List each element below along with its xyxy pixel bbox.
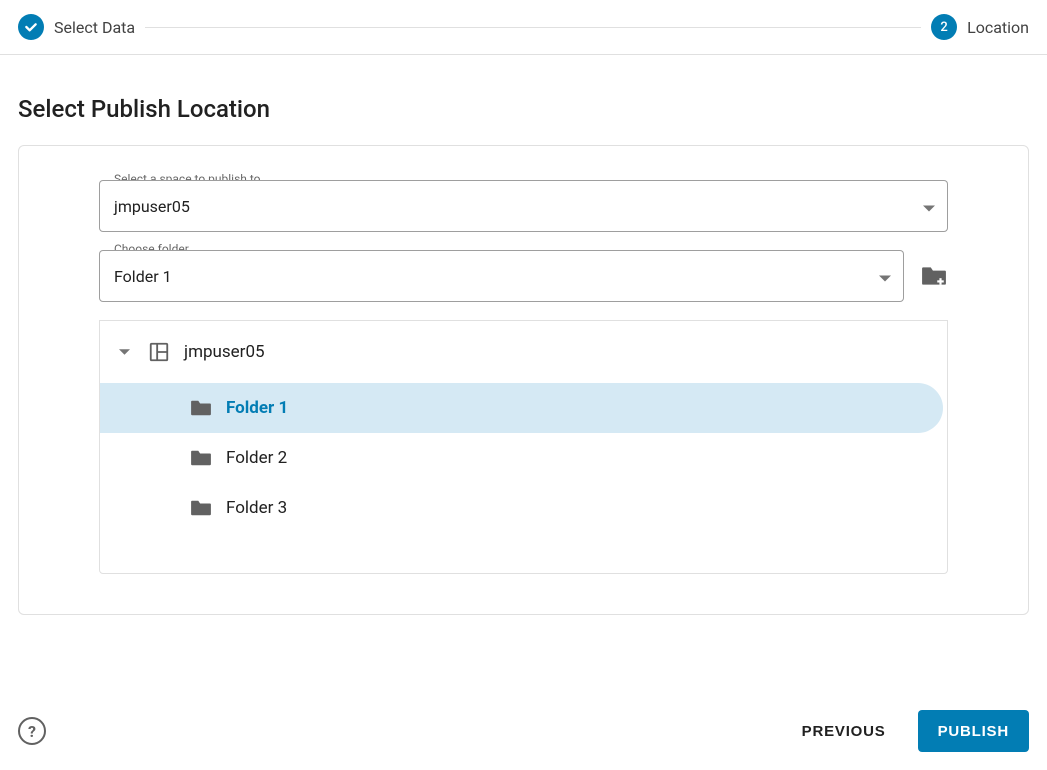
caret-down-icon [923,197,935,216]
tree-item-folder-3[interactable]: Folder 3 [100,483,947,533]
publish-button[interactable]: Publish [918,710,1029,752]
folder-tree: jmpuser05 Folder 1 Folder 2 Folder 3 [99,320,948,574]
page-content: Select Publish Location Select a space t… [0,55,1047,615]
step-2-number: 2 [940,20,947,35]
previous-button[interactable]: Previous [782,710,906,752]
folder-select-row: Choose folder... Folder 1 [99,250,948,302]
footer: ? Previous Publish [18,710,1029,752]
tree-root[interactable]: jmpuser05 [100,321,947,383]
space-select-value: jmpuser05 [114,197,190,216]
step-location[interactable]: 2 Location [931,14,1029,40]
step-select-data[interactable]: Select Data [18,14,135,40]
tree-root-label: jmpuser05 [184,342,265,362]
stepper: Select Data 2 Location [0,0,1047,55]
space-select[interactable]: jmpuser05 [99,180,948,232]
new-folder-icon [921,265,947,287]
tree-item-label: Folder 3 [226,498,287,518]
folder-select-wrap: Choose folder... Folder 1 [99,250,904,302]
page-title: Select Publish Location [18,95,1029,123]
step-1-label: Select Data [54,18,135,37]
chevron-down-icon [114,349,134,355]
tree-item-folder-1[interactable]: Folder 1 [100,383,943,433]
step-2-label: Location [967,18,1029,37]
caret-down-icon [879,267,891,286]
check-icon [23,19,39,35]
space-icon [148,341,170,363]
tree-item-folder-2[interactable]: Folder 2 [100,433,947,483]
folder-icon [190,499,212,517]
step-1-circle [18,14,44,40]
folder-icon [190,449,212,467]
space-select-wrap: Select a space to publish to jmpuser05 [99,180,948,232]
tree-item-label: Folder 2 [226,448,287,468]
folder-select-value: Folder 1 [114,267,172,286]
folder-icon [190,399,212,417]
help-button[interactable]: ? [18,717,46,745]
step-connector [145,27,921,28]
new-folder-button[interactable] [920,262,948,290]
folder-select[interactable]: Folder 1 [99,250,904,302]
step-2-circle: 2 [931,14,957,40]
tree-item-label: Folder 1 [226,398,288,418]
help-icon: ? [28,722,36,741]
location-card: Select a space to publish to jmpuser05 C… [18,145,1029,615]
